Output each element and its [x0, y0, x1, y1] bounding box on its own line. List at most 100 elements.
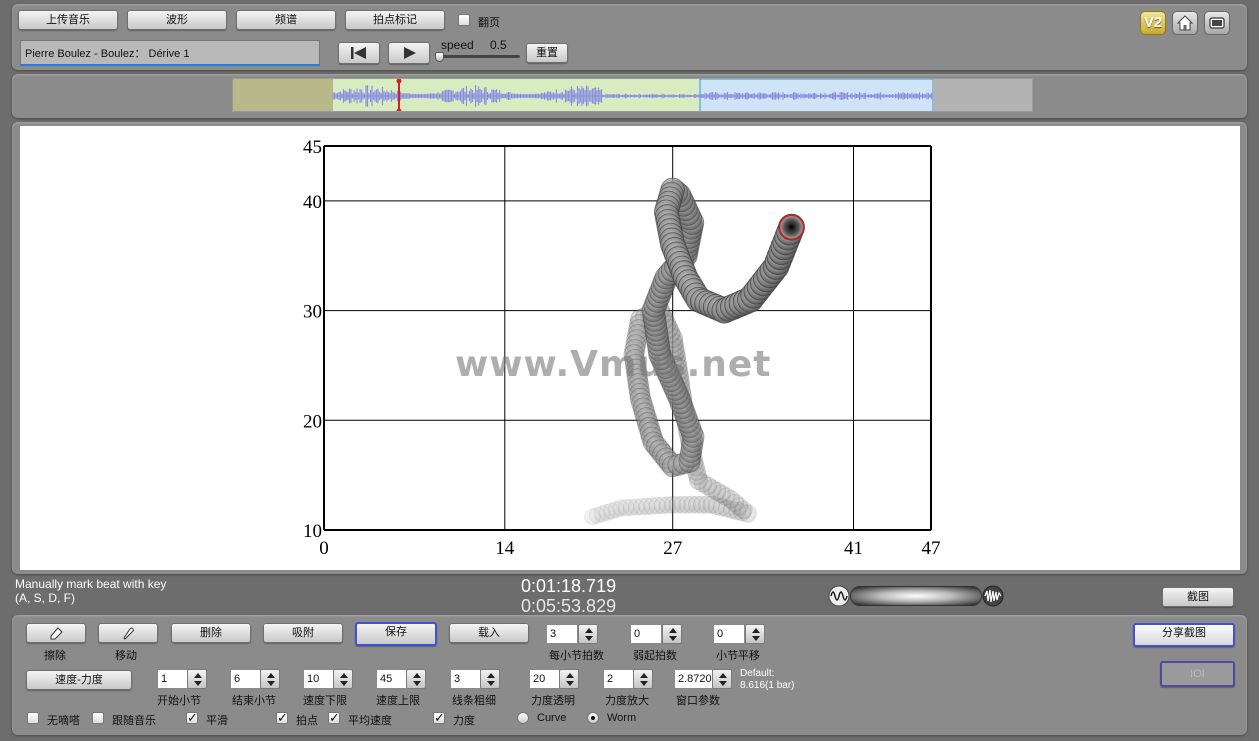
beat-key-hint-line1: Manually mark beat with key: [15, 577, 167, 591]
beat-mark-button[interactable]: 拍点标记: [345, 10, 445, 30]
play-button[interactable]: [388, 42, 430, 64]
volume-control[interactable]: [828, 584, 1004, 608]
line-width-arrows[interactable]: [480, 669, 500, 689]
rewind-button[interactable]: [338, 42, 380, 64]
waveform-button[interactable]: 波形: [127, 10, 227, 30]
avg-speed-checkbox[interactable]: ✓: [328, 711, 340, 724]
beat-point-label: 拍点: [296, 715, 318, 727]
waveform-past-segment: [233, 79, 333, 111]
end-bar-value[interactable]: 6: [230, 669, 262, 689]
tempo-max-label: 速度上限: [376, 695, 420, 707]
end-bar-arrows[interactable]: [260, 669, 280, 689]
dyn-opacity-arrows[interactable]: [559, 669, 579, 689]
v2-button[interactable]: V2: [1140, 11, 1166, 35]
share-screenshot-button[interactable]: 分享截图: [1133, 623, 1235, 647]
tempo-min-label: 速度下限: [303, 695, 347, 707]
line-width-stepper[interactable]: 3: [450, 669, 502, 689]
x-tick-label: 14: [495, 538, 514, 559]
erase-button[interactable]: [26, 623, 86, 643]
dyn-opacity-label: 力度透明: [531, 695, 575, 707]
pickup-beats-stepper[interactable]: 0: [630, 624, 684, 644]
window-param-value[interactable]: 2.8720: [674, 669, 714, 689]
dyn-scale-arrows[interactable]: [633, 669, 653, 689]
tempo-min-arrows[interactable]: [333, 669, 353, 689]
speed-slider-track[interactable]: [438, 55, 520, 58]
tempo-max-value[interactable]: 45: [376, 669, 408, 689]
waveform-strip[interactable]: [232, 78, 1033, 112]
window-param-arrows[interactable]: [712, 669, 732, 689]
pickup-beats-value[interactable]: 0: [630, 624, 662, 644]
default-value-line2: 8.616(1 bar): [740, 680, 795, 691]
page-turn-checkbox[interactable]: [458, 14, 470, 26]
spectrum-button[interactable]: 频谱: [236, 10, 336, 30]
beats-per-bar-arrows[interactable]: [578, 624, 598, 644]
volume-gradient-bar[interactable]: [850, 586, 982, 606]
tempo-min-stepper[interactable]: 10: [303, 669, 355, 689]
beats-per-bar-value[interactable]: 3: [546, 624, 578, 644]
dyn-opacity-value[interactable]: 20: [529, 669, 561, 689]
beat-point-checkbox[interactable]: ✓: [276, 711, 288, 724]
tempo-max-arrows[interactable]: [406, 669, 426, 689]
dynamics-checkbox[interactable]: ✓: [433, 711, 445, 724]
ioi-button[interactable]: IOI: [1160, 661, 1235, 687]
worm-radio[interactable]: [587, 712, 599, 724]
start-bar-stepper[interactable]: 1: [157, 669, 209, 689]
waveform-overview[interactable]: [233, 79, 1033, 112]
fullscreen-button[interactable]: [1204, 11, 1230, 35]
metronome-checkbox[interactable]: [27, 712, 39, 724]
line-width-label: 线条粗细: [452, 695, 496, 707]
smooth-checkbox[interactable]: ✓: [186, 711, 198, 724]
speed-slider-thumb[interactable]: [435, 52, 444, 62]
chart-canvas: 0 14 27 41 47 45 40 30 20 10 www.Vmus.net: [20, 126, 1240, 570]
beat-key-hint-line2: (A, S, D, F): [15, 591, 75, 605]
page-turn-label: 翻页: [478, 17, 500, 29]
start-bar-value[interactable]: 1: [157, 669, 189, 689]
waveform-large-icon: [982, 585, 1004, 607]
curve-label: Curve: [537, 712, 567, 724]
speed-dynamics-button[interactable]: 速度-力度: [26, 670, 132, 690]
current-time: 0:01:18.719: [521, 576, 617, 596]
play-icon: [404, 47, 416, 59]
bar-shift-value[interactable]: 0: [713, 624, 745, 644]
reset-button[interactable]: 重置: [526, 43, 568, 63]
line-width-value[interactable]: 3: [450, 669, 482, 689]
snap-button[interactable]: 吸附: [263, 623, 343, 643]
brush-icon: [123, 627, 134, 640]
worm-head: [778, 214, 805, 240]
watermark-text: www.Vmus.net: [455, 344, 772, 385]
screen-icon: [1209, 17, 1225, 29]
dyn-scale-value[interactable]: 2: [603, 669, 635, 689]
pickup-beats-arrows[interactable]: [662, 624, 682, 644]
screenshot-button[interactable]: 截图: [1162, 587, 1234, 607]
y-tick-label: 30: [303, 302, 322, 323]
load-button[interactable]: 载入: [449, 623, 529, 643]
end-bar-stepper[interactable]: 6: [230, 669, 282, 689]
beats-per-bar-stepper[interactable]: 3: [546, 624, 600, 644]
dyn-scale-stepper[interactable]: 2: [603, 669, 655, 689]
worm-label: Worm: [607, 712, 637, 724]
home-button[interactable]: [1172, 11, 1198, 35]
track-title-text: Pierre Boulez - Boulez： Dérive 1: [25, 48, 190, 60]
save-button[interactable]: 保存: [355, 622, 437, 646]
dyn-opacity-stepper[interactable]: 20: [529, 669, 581, 689]
tempo-min-value[interactable]: 10: [303, 669, 335, 689]
bar-shift-stepper[interactable]: 0: [713, 624, 767, 644]
track-title-field[interactable]: Pierre Boulez - Boulez： Dérive 1: [20, 40, 320, 66]
smooth-label: 平滑: [206, 715, 228, 727]
bar-shift-label: 小节平移: [716, 650, 760, 662]
upload-music-button[interactable]: 上传音乐: [18, 10, 118, 30]
curve-radio[interactable]: [517, 712, 529, 724]
dyn-scale-label: 力度放大: [605, 695, 649, 707]
delete-button[interactable]: 删除: [171, 623, 251, 643]
tempo-max-stepper[interactable]: 45: [376, 669, 428, 689]
move-button[interactable]: [98, 623, 158, 643]
speed-label: speed: [441, 38, 474, 52]
bar-shift-arrows[interactable]: [745, 624, 765, 644]
total-time: 0:05:53.829: [521, 596, 617, 616]
window-param-stepper[interactable]: 2.8720: [674, 669, 734, 689]
end-bar-label: 结束小节: [232, 695, 276, 707]
x-tick-label: 27: [663, 538, 682, 559]
follow-music-checkbox[interactable]: [92, 712, 104, 724]
follow-music-label: 跟随音乐: [112, 715, 156, 727]
start-bar-arrows[interactable]: [187, 669, 207, 689]
